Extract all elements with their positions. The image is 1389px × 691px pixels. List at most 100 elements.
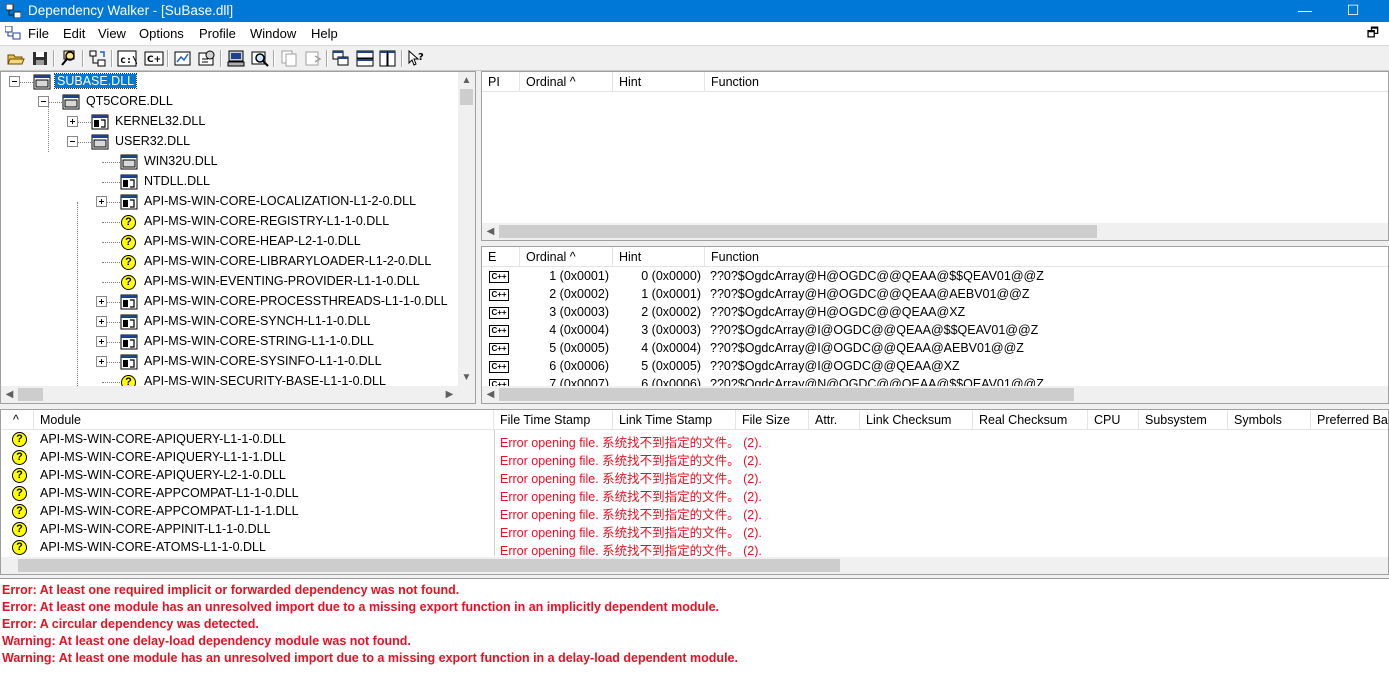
exports-col-function[interactable]: Function xyxy=(705,247,1388,267)
search-icon[interactable] xyxy=(250,49,270,68)
expand-plus-icon[interactable] xyxy=(96,296,107,307)
menu-help[interactable]: Help xyxy=(311,26,338,41)
modules-col-attr[interactable]: Attr. xyxy=(809,410,860,430)
module-row[interactable]: ? API-MS-WIN-CORE-APPCOMPAT-L1-1-1.DLL Err… xyxy=(1,503,1388,522)
menu-profile[interactable]: Profile xyxy=(199,26,236,41)
tree-node[interactable]: ? API-MS-WIN-CORE-REGISTRY-L1-1-0.DLL xyxy=(1,212,457,232)
tree-vertical-scrollbar[interactable]: ▲ ▼ xyxy=(458,72,475,386)
module-row[interactable]: ? API-MS-WIN-CORE-APPCOMPAT-L1-1-0.DLL Err… xyxy=(1,485,1388,504)
auto-expand-icon[interactable] xyxy=(173,49,193,68)
modules-horizontal-scrollbar[interactable] xyxy=(1,557,1388,574)
scroll-down-arrow-icon[interactable]: ▼ xyxy=(458,369,475,386)
exports-horizontal-scrollbar[interactable]: ◀ xyxy=(482,386,1388,403)
modules-col-module[interactable]: Module xyxy=(34,410,494,430)
export-row[interactable]: C++ 4 (0x0004) 3 (0x0003) ??0?$OgdcArray@I@… xyxy=(482,322,1388,340)
tree-node[interactable]: API-MS-WIN-CORE-SYSINFO-L1-1-0.DLL xyxy=(1,352,457,372)
scroll-right-arrow-icon[interactable]: ▶ xyxy=(441,386,458,403)
tree-node[interactable]: API-MS-WIN-CORE-PROCESSTHREADS-L1-1-0.DL… xyxy=(1,292,457,312)
tree-node[interactable]: KERNEL32.DLL xyxy=(1,112,457,132)
menu-edit[interactable]: Edit xyxy=(63,26,85,41)
tree-hscroll-thumb[interactable] xyxy=(18,388,43,401)
tree-horizontal-scrollbar[interactable]: ◀ ▶ xyxy=(1,386,475,403)
modules-col-subsystem[interactable]: Subsystem xyxy=(1139,410,1228,430)
collapse-minus-icon[interactable] xyxy=(38,96,49,107)
tree-node[interactable]: ? API-MS-WIN-EVENTING-PROVIDER-L1-1-0.DLL xyxy=(1,272,457,292)
parent-imports-list[interactable]: PI Ordinal ^ Hint Function ◀ xyxy=(481,71,1389,241)
full-paths-icon[interactable]: c:\ xyxy=(117,49,137,68)
modules-col-file-size[interactable]: File Size xyxy=(736,410,809,430)
modules-col-file-time-stamp[interactable]: File Time Stamp xyxy=(494,410,613,430)
tree-node[interactable]: USER32.DLL xyxy=(1,132,457,152)
tree-node[interactable]: ? API-MS-WIN-CORE-HEAP-L2-1-0.DLL xyxy=(1,232,457,252)
find-icon[interactable] xyxy=(59,49,79,68)
imports-horizontal-scrollbar[interactable]: ◀ xyxy=(482,223,1388,240)
modules-col-link-checksum[interactable]: Link Checksum xyxy=(860,410,973,430)
export-row[interactable]: C++ 5 (0x0005) 4 (0x0004) ??0?$OgdcArray@I@… xyxy=(482,340,1388,358)
scroll-left-arrow-icon[interactable]: ◀ xyxy=(1,386,18,403)
tile-horizontal-icon[interactable] xyxy=(355,49,375,68)
expand-plus-icon[interactable] xyxy=(96,316,107,327)
tree-vscroll-thumb[interactable] xyxy=(460,89,473,105)
module-row[interactable]: ? API-MS-WIN-CORE-APIQUERY-L1-1-0.DLL Erro… xyxy=(1,431,1388,450)
modules-col-preferred-base[interactable]: Preferred Ba xyxy=(1311,410,1388,430)
refresh-icon[interactable] xyxy=(303,49,323,68)
system-info-icon[interactable] xyxy=(226,49,246,68)
exports-list[interactable]: E Ordinal ^ Hint Function C++ 1 (0x0001) 0… xyxy=(481,246,1389,404)
imports-col-ordinal[interactable]: Ordinal ^ xyxy=(520,72,613,92)
module-row[interactable]: ? API-MS-WIN-CORE-APIQUERY-L1-1-1.DLL Erro… xyxy=(1,449,1388,468)
save-icon[interactable] xyxy=(30,49,50,68)
imports-hscroll-thumb[interactable] xyxy=(499,225,1097,238)
expand-plus-icon[interactable] xyxy=(96,196,107,207)
tree-node[interactable]: WIN32U.DLL xyxy=(1,152,457,172)
tree-node[interactable]: SUBASE.DLL xyxy=(1,72,457,92)
export-row[interactable]: C++ 6 (0x0006) 5 (0x0005) ??0?$OgdcArray@I@… xyxy=(482,358,1388,376)
properties-icon[interactable] xyxy=(197,49,217,68)
maximize-button[interactable]: ☐ xyxy=(1330,0,1376,22)
imports-col-hint[interactable]: Hint xyxy=(613,72,705,92)
collapse-minus-icon[interactable] xyxy=(9,76,20,87)
module-list[interactable]: ^ Module File Time Stamp Link Time Stamp… xyxy=(0,409,1389,575)
tree-node[interactable]: API-MS-WIN-CORE-LOCALIZATION-L1-2-0.DLL xyxy=(1,192,457,212)
imports-col-function[interactable]: Function xyxy=(705,72,1388,92)
module-dependency-tree[interactable]: SUBASE.DLL QT5CORE.DLL KERNEL32.DLL USER32.… xyxy=(0,71,476,404)
expand-plus-icon[interactable] xyxy=(67,116,78,127)
export-row[interactable]: C++ 1 (0x0001) 0 (0x0000) ??0?$OgdcArray@H@… xyxy=(482,268,1388,286)
modules-col-sort[interactable]: ^ xyxy=(1,410,34,430)
tree-node[interactable]: API-MS-WIN-CORE-STRING-L1-1-0.DLL xyxy=(1,332,457,352)
imports-col-pi[interactable]: PI xyxy=(482,72,520,92)
modules-hscroll-thumb[interactable] xyxy=(18,559,840,572)
tree-node[interactable]: NTDLL.DLL xyxy=(1,172,457,192)
modules-col-symbols[interactable]: Symbols xyxy=(1228,410,1311,430)
minimize-button[interactable]: — xyxy=(1282,0,1328,22)
exports-col-hint[interactable]: Hint xyxy=(613,247,705,267)
exports-col-ordinal[interactable]: Ordinal ^ xyxy=(520,247,613,267)
log-pane[interactable]: Error: At least one required implicit or… xyxy=(0,578,1389,691)
menu-options[interactable]: Options xyxy=(139,26,184,41)
modules-col-real-checksum[interactable]: Real Checksum xyxy=(973,410,1088,430)
profile-icon[interactable] xyxy=(88,49,108,68)
help-icon[interactable]: ? xyxy=(406,49,426,68)
menu-window[interactable]: Window xyxy=(250,26,296,41)
expand-plus-icon[interactable] xyxy=(96,336,107,347)
document-icon[interactable] xyxy=(5,26,21,40)
cascade-icon[interactable] xyxy=(331,49,351,68)
tree-node[interactable]: ? API-MS-WIN-CORE-LIBRARYLOADER-L1-2-0.DL… xyxy=(1,252,457,272)
scroll-left-arrow-icon[interactable]: ◀ xyxy=(482,223,499,240)
scroll-left-arrow-icon[interactable]: ◀ xyxy=(482,386,499,403)
export-row[interactable]: C++ 2 (0x0002) 1 (0x0001) ??0?$OgdcArray@H@… xyxy=(482,286,1388,304)
modules-col-cpu[interactable]: CPU xyxy=(1088,410,1139,430)
exports-col-e[interactable]: E xyxy=(482,247,520,267)
tile-vertical-icon[interactable] xyxy=(378,49,398,68)
expand-plus-icon[interactable] xyxy=(96,356,107,367)
exports-hscroll-thumb[interactable] xyxy=(499,388,1074,401)
module-row[interactable]: ? API-MS-WIN-CORE-APIQUERY-L2-1-0.DLL Erro… xyxy=(1,467,1388,486)
export-row[interactable]: C++ 3 (0x0003) 2 (0x0002) ??0?$OgdcArray@H@… xyxy=(482,304,1388,322)
collapse-minus-icon[interactable] xyxy=(67,136,78,147)
tree-node[interactable]: API-MS-WIN-CORE-SYNCH-L1-1-0.DLL xyxy=(1,312,457,332)
module-row[interactable]: ? API-MS-WIN-CORE-ATOMS-L1-1-0.DLL Error o… xyxy=(1,539,1388,558)
open-icon[interactable] xyxy=(6,49,26,68)
modules-col-link-time-stamp[interactable]: Link Time Stamp xyxy=(613,410,736,430)
copy-icon[interactable] xyxy=(279,49,299,68)
menu-view[interactable]: View xyxy=(98,26,126,41)
undecorate-cpp-icon[interactable]: C+ xyxy=(144,49,164,68)
